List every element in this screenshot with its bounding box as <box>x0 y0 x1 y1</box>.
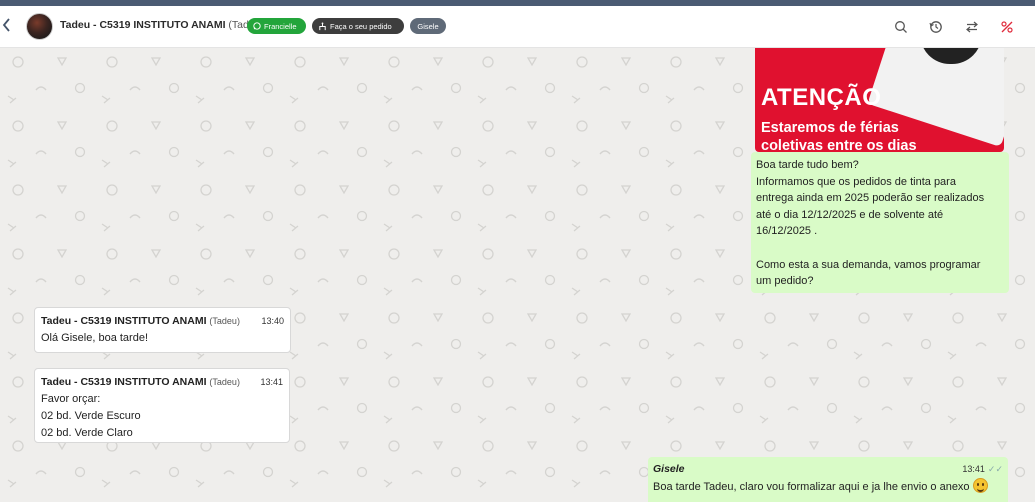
message-time: 13:41 ✓✓ <box>962 461 1003 478</box>
search-icon[interactable] <box>894 20 908 34</box>
close-ticket-icon[interactable] <box>1000 20 1014 34</box>
flow-icon <box>319 21 326 30</box>
message-time: 13:41 <box>260 377 283 387</box>
outgoing-message[interactable]: Boa tarde tudo bem? Informamos que os pe… <box>751 152 1009 293</box>
read-ticks-icon: ✓✓ <box>987 464 1003 474</box>
tag-label: Faça o seu pedido <box>330 21 392 31</box>
smiley-emoji-icon <box>972 478 988 493</box>
chat-header: Tadeu - C5319 INSTITUTO ANAMI (Tadeu) Fr… <box>0 6 1035 48</box>
tag-flow[interactable]: Faça o seu pedido <box>312 18 404 34</box>
whatsapp-icon <box>253 22 261 30</box>
history-icon[interactable] <box>929 20 943 34</box>
contact-title[interactable]: Tadeu - C5319 INSTITUTO ANAMI (Tadeu) <box>60 19 264 31</box>
message-line: entrega ainda em 2025 poderão ser realiz… <box>756 192 985 205</box>
message-line: Olá Gisele, boa tarde! <box>41 332 149 344</box>
sender-name: Tadeu - C5319 INSTITUTO ANAMI (Tadeu) <box>41 376 240 388</box>
message-line: Favor orçar: <box>41 393 101 405</box>
incoming-message[interactable]: Tadeu - C5319 INSTITUTO ANAMI (Tadeu) 13… <box>34 307 291 353</box>
transfer-icon[interactable] <box>965 20 979 34</box>
promo-line-2: coletivas entre os dias <box>761 138 917 152</box>
message-line: Como esta a sua demanda, vamos programar <box>756 258 981 271</box>
message-line <box>756 240 1004 257</box>
tag-gisele[interactable]: Gisele <box>410 18 446 34</box>
message-line: até o dia 12/12/2025 e de solvente até <box>756 208 944 221</box>
tag-label: Gisele <box>417 21 439 31</box>
message-line: Informamos que os pedidos de tinta para <box>756 175 956 188</box>
message-line: 02 bd. Verde Claro <box>41 427 133 439</box>
contact-name: Tadeu - C5319 INSTITUTO ANAMI <box>60 19 226 31</box>
promo-headline: ATENÇÃO <box>761 84 882 111</box>
tag-francielle[interactable]: Francielle <box>247 18 306 34</box>
back-arrow-icon[interactable] <box>1 17 13 35</box>
message-line: 02 bd. Verde Escuro <box>41 410 141 422</box>
sender-name: Gisele <box>653 463 685 475</box>
vacation-notice-image[interactable]: ATENÇÃO Estaremos de férias coletivas en… <box>755 48 1004 152</box>
message-time: 13:40 <box>261 316 284 326</box>
sender-name: Tadeu - C5319 INSTITUTO ANAMI (Tadeu) <box>41 315 240 327</box>
avatar[interactable] <box>26 13 53 40</box>
tag-label: Francielle <box>264 21 297 31</box>
message-line: Boa tarde tudo bem? <box>756 159 859 171</box>
message-line: Boa tarde Tadeu, claro vou formalizar aq… <box>653 481 970 493</box>
incoming-message[interactable]: Tadeu - C5319 INSTITUTO ANAMI (Tadeu) 13… <box>34 368 290 443</box>
outgoing-message[interactable]: Gisele 13:41 ✓✓ Boa tarde Tadeu, claro vo… <box>648 457 1008 502</box>
message-line: 16/12/2025 . <box>756 225 818 238</box>
promo-line-1: Estaremos de férias <box>761 120 899 136</box>
message-line: um pedido? <box>756 275 814 288</box>
